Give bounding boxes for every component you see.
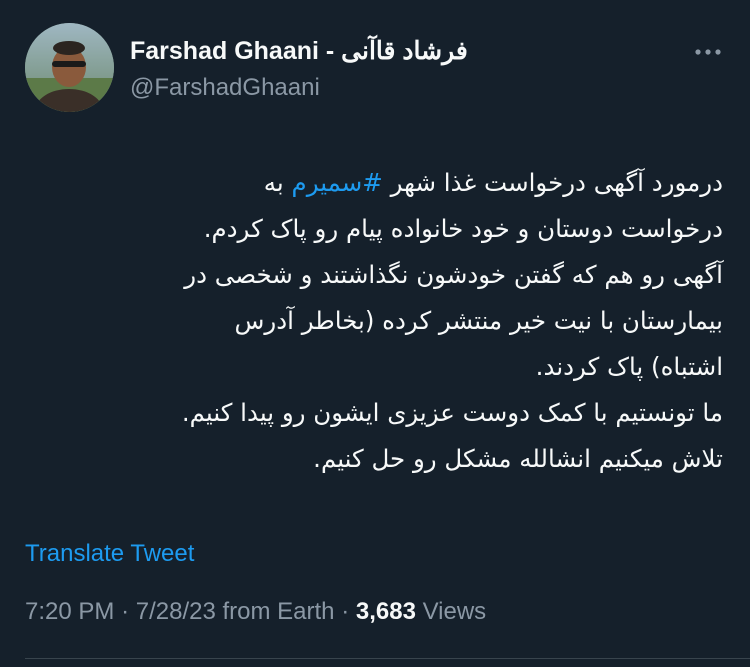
views-label[interactable]: Views: [423, 598, 487, 625]
ellipsis-icon[interactable]: [690, 34, 726, 70]
meta-separator: ·: [341, 598, 350, 625]
tweet-line: اشتباه) پاک کردند.: [535, 352, 723, 381]
tweet-date[interactable]: 7/28/23: [136, 598, 216, 625]
tweet-line: درمورد آگهی درخواست غذا شهر #سمیرم به: [23, 160, 723, 206]
tweet-time[interactable]: 7:20 PM: [25, 598, 114, 625]
tweet-text: درمورد آگهی درخواست غذا شهر #سمیرم به در…: [23, 160, 723, 482]
tweet-text-segment: به: [263, 168, 292, 197]
translate-tweet-link[interactable]: Translate Tweet: [25, 540, 194, 568]
views-count[interactable]: 3,683: [356, 598, 416, 625]
hashtag-link[interactable]: #سمیرم: [292, 168, 383, 197]
tweet-line: درخواست دوستان و خود خانواده پیام رو پاک…: [203, 214, 723, 243]
meta-separator: ·: [121, 598, 130, 625]
divider: [25, 658, 750, 659]
tweet-line: آگهی رو هم که گفتن خودشون نگذاشتند و شخص…: [184, 260, 723, 289]
tweet-line: ما تونستیم با کمک دوست عزیزی ایشون رو پی…: [181, 398, 723, 427]
tweet-line: تلاش میکنیم انشالله مشکل رو حل کنیم.: [313, 444, 723, 473]
tweet: Farshad Ghaani - فرشاد قاآنی @FarshadGha…: [0, 0, 750, 667]
tweet-meta: 7:20 PM · 7/28/23 from Earth · 3,683 Vie…: [25, 598, 486, 626]
tweet-line: بیمارستان با نیت خیر منتشر کرده (بخاطر آ…: [234, 306, 723, 335]
tweet-text-segment: درمورد آگهی درخواست غذا شهر: [382, 168, 723, 197]
author-handle[interactable]: @FarshadGhaani: [130, 74, 320, 102]
author-display-name[interactable]: Farshad Ghaani - فرشاد قاآنی: [130, 36, 468, 66]
tweet-source: from Earth: [222, 598, 335, 625]
avatar[interactable]: [25, 23, 114, 112]
